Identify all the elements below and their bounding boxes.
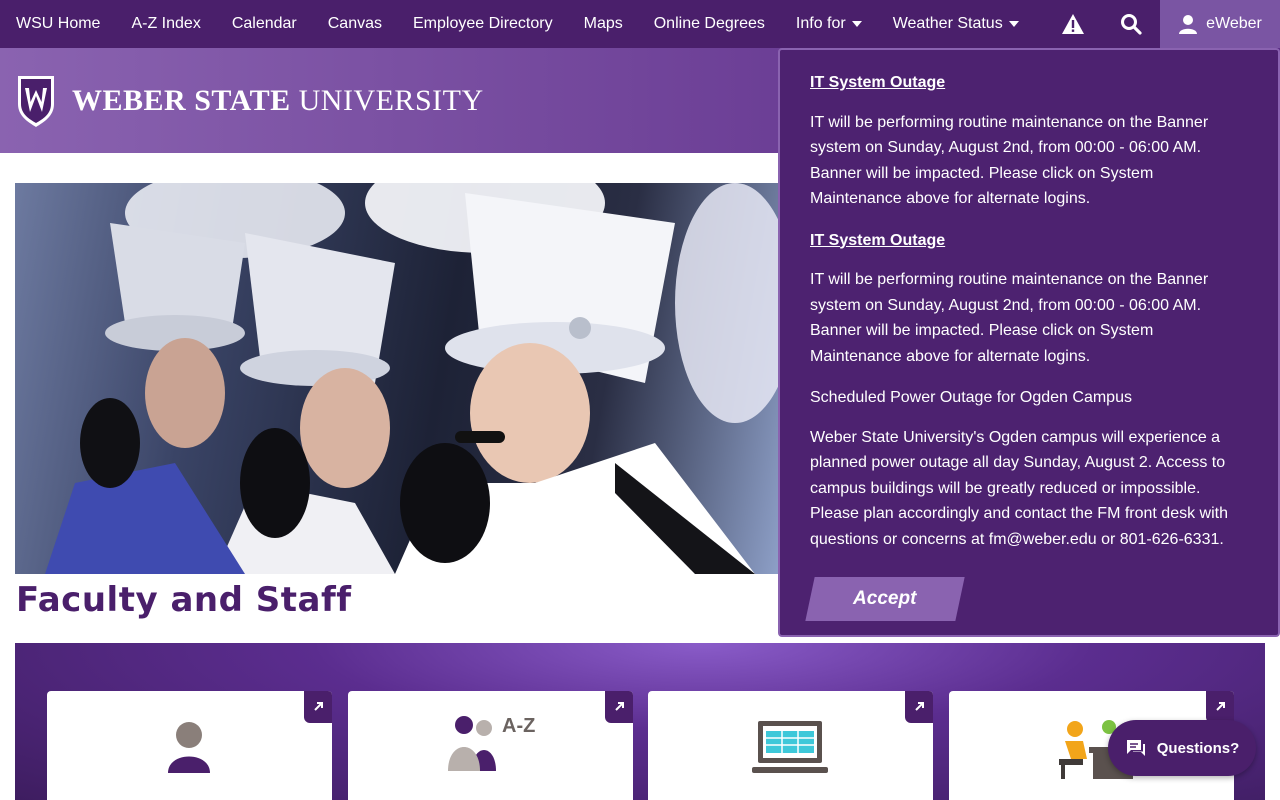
university-logo[interactable]: WEBER STATE UNIVERSITY xyxy=(16,74,484,128)
chevron-down-icon xyxy=(1008,21,1019,27)
tile-employee-directory[interactable] xyxy=(47,691,332,800)
eweber-account-button[interactable]: eWeber xyxy=(1160,0,1280,48)
nav-link-calendar[interactable]: Calendar xyxy=(216,0,312,48)
alert-button[interactable] xyxy=(1044,0,1102,48)
university-name-regular: UNIVERSITY xyxy=(298,84,484,117)
nav-link-canvas[interactable]: Canvas xyxy=(312,0,397,48)
people-group-icon xyxy=(448,716,496,771)
alert-title: Scheduled Power Outage for Ogden Campus xyxy=(810,389,1132,406)
alert-title-link[interactable]: IT System Outage xyxy=(810,70,1248,96)
page-title: Faculty and Staff xyxy=(16,580,352,620)
top-navigation: WSU Home A-Z Index Calendar Canvas Emplo… xyxy=(0,0,1280,48)
info-for-dropdown[interactable]: Info for xyxy=(780,0,877,48)
nav-right-group: eWeber xyxy=(1044,0,1280,48)
search-icon xyxy=(1121,14,1142,35)
alert-body: IT will be performing routine maintenanc… xyxy=(810,271,1209,365)
alert-body: Weber State University's Ogden campus wi… xyxy=(810,428,1228,548)
marching-band-illustration xyxy=(45,183,780,574)
nav-link-online-degrees[interactable]: Online Degrees xyxy=(638,0,780,48)
tile-online-system[interactable] xyxy=(648,691,933,800)
user-icon xyxy=(1179,15,1198,34)
alert-triangle-icon xyxy=(1062,14,1084,34)
az-index-icon: A-Z xyxy=(448,715,535,771)
nav-link-employee-directory[interactable]: Employee Directory xyxy=(398,0,569,48)
alert-body: IT will be performing routine maintenanc… xyxy=(810,113,1209,208)
link-icon xyxy=(1206,691,1234,723)
chevron-down-icon xyxy=(851,21,862,27)
nav-link-az-index[interactable]: A-Z Index xyxy=(116,0,216,48)
link-icon xyxy=(905,691,933,723)
accept-button[interactable]: Accept xyxy=(805,577,965,621)
eweber-label: eWeber xyxy=(1206,15,1262,32)
questions-chat-button[interactable]: Questions? xyxy=(1108,720,1256,776)
alerts-popup: IT System Outage IT will be performing r… xyxy=(778,48,1280,637)
link-icon xyxy=(304,691,332,723)
laptop-icon xyxy=(752,721,828,773)
nav-link-maps[interactable]: Maps xyxy=(568,0,638,48)
questions-label: Questions? xyxy=(1156,739,1240,757)
nav-link-wsu-home[interactable]: WSU Home xyxy=(0,0,116,48)
quick-links-panel: A-Z xyxy=(15,643,1265,800)
search-button[interactable] xyxy=(1102,0,1160,48)
hero-image xyxy=(15,183,780,574)
weather-status-dropdown[interactable]: Weather Status xyxy=(877,0,1034,48)
info-for-label: Info for xyxy=(795,15,846,32)
person-icon xyxy=(168,722,210,773)
chat-bubble-icon xyxy=(1126,740,1145,756)
az-label: A-Z xyxy=(502,715,536,737)
accept-label: Accept xyxy=(853,588,917,610)
alert-title-link[interactable]: IT System Outage xyxy=(810,228,1248,254)
weather-status-label: Weather Status xyxy=(892,15,1003,32)
tile-az-index[interactable]: A-Z xyxy=(348,691,633,800)
university-name: WEBER STATE UNIVERSITY xyxy=(72,84,484,118)
shield-logo-icon xyxy=(18,76,54,127)
link-icon xyxy=(605,691,633,723)
university-name-bold: WEBER STATE xyxy=(72,84,291,117)
